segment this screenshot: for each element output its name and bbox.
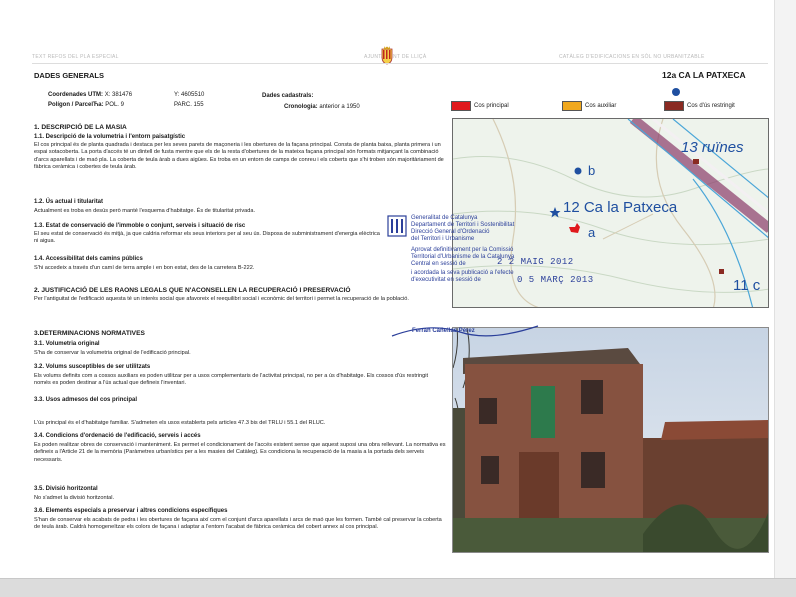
stamp-line8: i acordada la seva publicació a l'efecte: [411, 270, 514, 276]
poligon-parcela: Polígon / ParcelЋa: POL. 9: [48, 102, 124, 108]
section-title: DADES GENERALS: [34, 71, 105, 80]
text-building-conditions: Es poden realitzar obres de conservació …: [34, 442, 446, 463]
text-special-elements: S'han de conservar els acabats de pedra …: [34, 517, 442, 531]
legend-swatch-restringit: [664, 101, 684, 111]
legend-swatch-principal: [451, 101, 471, 111]
map-label-b: b: [588, 163, 596, 178]
municipal-crest-icon: [381, 46, 393, 65]
map-label-name: 12 Ca la Patxeca: [563, 199, 678, 216]
document-page: TEXT REFOS DEL PLA ESPECIAL AJUNTAMENT D…: [0, 0, 796, 578]
heading-admitted-uses: 3.3. Usos admesos del cos principal: [34, 397, 138, 403]
parcel-number: PARC. 155: [174, 102, 204, 108]
generalitat-emblem-icon: [387, 215, 407, 237]
text-volumetry: El cos principal és de planta quadrada i…: [34, 142, 444, 171]
heading-conservation: 1.3. Estat de conservació de l'immoble o…: [34, 223, 246, 229]
heading-special-elements: 3.6. Elements especials a preservar i al…: [34, 508, 228, 514]
heading-usable-volumes: 3.2. Volums susceptibles de ser utilitza…: [34, 364, 151, 370]
stamp-line2: Departament de Territori i Sostenibilita…: [411, 222, 515, 228]
text-original-volume: S'ha de conservar la volumetria original…: [34, 350, 191, 356]
signature-scribble: [391, 325, 539, 337]
heading-horizontal-division: 3.5. Divisió horitzontal: [34, 486, 98, 492]
heading-regulations: 3.DETERMINACIONS NORMATIVES: [34, 330, 145, 337]
legend-restringit: Cos d'ús restringit: [664, 101, 735, 111]
legend-swatch-auxiliar: [562, 101, 582, 111]
cadastral-label: Dades cadastrals:: [262, 93, 314, 99]
text-usable-volumes: Els volums definits com a cossos auxilia…: [34, 373, 429, 387]
catalog-reference: 12a CA LA PATXECA: [662, 70, 746, 80]
heading-accessibility: 1.4. Accessibilitat dels camins públics: [34, 256, 143, 262]
heading-building-conditions: 3.4. Condicions d'ordenació de l'edifica…: [34, 433, 201, 439]
stamp-date1: 2 2 MAIG 2012: [497, 257, 574, 267]
stamp-line1: Generalitat de Catalunya: [411, 215, 478, 221]
map-label-13: 13 ruïnes: [681, 139, 744, 156]
stamp-line9: d'executivitat en sessió de: [411, 277, 481, 283]
header-right: CATÀLEG D'EDIFICACIONS EN SÒL NO URBANIT…: [559, 54, 705, 60]
text-justification: Per l'antiguitat de l'edificació aquesta…: [34, 296, 409, 302]
stamp-date2: 0 5 MARÇ 2013: [517, 275, 594, 285]
stamp-line3: Direcció General d'Ordenació: [411, 229, 490, 235]
stamp-line4: del Territori i Urbanisme: [411, 236, 475, 242]
text-conservation: El seu estat de conservació és mitjà, ja…: [34, 231, 380, 245]
photo-drawing: [453, 328, 768, 552]
heading-original-volume: 3.1. Volumetria original: [34, 341, 100, 347]
heading-volumetry: 1.1. Descripció de la volumetria i l'ent…: [34, 134, 186, 140]
header-left: TEXT REFOS DEL PLA ESPECIAL: [32, 54, 119, 60]
stamp-line7: Central en sessió de: [411, 261, 466, 267]
side-margin: [774, 0, 796, 578]
utm-y: Y: 4605510: [174, 92, 205, 98]
farmhouse-photo: [452, 327, 769, 553]
utm-x: Coordenades UTM: X: 381476: [48, 92, 133, 98]
stamp-line5: Aprovat definitivament per la Comissió: [411, 247, 514, 253]
heading-justification: 2. JUSTIFICACIÓ DE LES RAONS LEGALS QUE …: [34, 287, 351, 294]
map-label-11: 11 c: [733, 277, 761, 294]
header-rule: [32, 63, 768, 64]
viewer-bottom-bar: [0, 578, 796, 597]
legend-auxiliar: Cos auxiliar: [562, 101, 616, 111]
approval-stamp: Generalitat de Catalunya Departament de …: [387, 215, 612, 295]
text-admitted-uses: L'ús principal és el d'habitatge familia…: [34, 420, 326, 426]
heading-current-use: 1.2. Ús actual i titularitat: [34, 199, 104, 205]
legend-dot-icon: [672, 88, 680, 96]
heading-description: 1. DESCRIPCIÓ DE LA MASIA: [34, 124, 127, 131]
header-mid: AJUNTAMENT DE LLIÇÀ: [364, 54, 427, 60]
text-horizontal-division: No s'admet la divisió horitzontal.: [34, 495, 115, 501]
chronology: Cronologia: anterior a 1950: [284, 104, 360, 110]
legend-principal: Cos principal: [451, 101, 509, 111]
